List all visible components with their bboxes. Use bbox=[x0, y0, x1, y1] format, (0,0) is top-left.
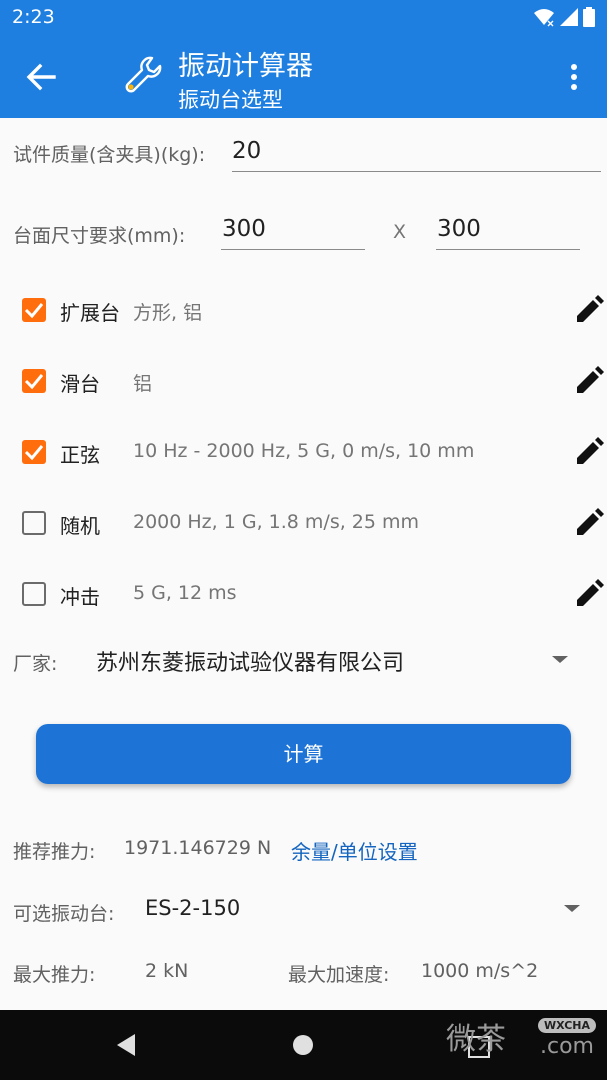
check-icon bbox=[24, 374, 44, 390]
edit-pencil-icon[interactable] bbox=[574, 508, 604, 538]
edit-pencil-icon[interactable] bbox=[574, 437, 604, 467]
calculate-button[interactable]: 计算 bbox=[36, 724, 571, 784]
option-description: 铝 bbox=[133, 373, 153, 395]
table-width-underline bbox=[221, 249, 365, 250]
max-thrust-value: 2 kN bbox=[145, 960, 189, 982]
manufacturer-select[interactable]: 苏州东菱振动试验仪器有限公司 bbox=[96, 645, 404, 677]
back-arrow-icon[interactable] bbox=[24, 60, 58, 94]
max-thrust-label: 最大推力: bbox=[13, 964, 96, 986]
edit-pencil-icon[interactable] bbox=[574, 579, 604, 609]
wrench-icon bbox=[125, 56, 162, 93]
edit-pencil-icon[interactable] bbox=[574, 366, 604, 396]
max-accel-value: 1000 m/s^2 bbox=[421, 960, 539, 982]
status-bar: 2:23 bbox=[0, 0, 607, 36]
option-checkbox[interactable] bbox=[22, 440, 46, 464]
edit-pencil-icon[interactable] bbox=[574, 295, 604, 325]
option-description: 5 G, 12 ms bbox=[133, 582, 237, 604]
thrust-label: 推荐推力: bbox=[13, 841, 96, 863]
nav-home-icon[interactable] bbox=[292, 1034, 314, 1056]
option-description: 2000 Hz, 1 G, 1.8 m/s, 25 mm bbox=[133, 511, 420, 533]
option-checkbox[interactable] bbox=[22, 369, 46, 393]
option-name: 扩展台 bbox=[60, 301, 120, 325]
size-separator: X bbox=[393, 221, 407, 243]
thrust-value: 1971.146729 N bbox=[124, 837, 272, 859]
table-width-input[interactable]: 300 bbox=[222, 216, 266, 242]
app-title: 振动计算器 bbox=[178, 51, 313, 82]
shaker-select[interactable]: ES-2-150 bbox=[145, 896, 240, 920]
option-name: 正弦 bbox=[60, 443, 100, 467]
navigation-bar: 微茶 WXCHA .com bbox=[0, 1010, 607, 1080]
status-time: 2:23 bbox=[12, 6, 55, 28]
battery-icon bbox=[583, 7, 595, 27]
option-name: 滑台 bbox=[60, 372, 100, 396]
table-height-underline bbox=[436, 249, 580, 250]
max-accel-label: 最大加速度: bbox=[288, 964, 390, 986]
more-options-icon[interactable] bbox=[560, 60, 588, 94]
option-checkbox[interactable] bbox=[22, 582, 46, 606]
watermark-domain: .com bbox=[540, 1034, 594, 1059]
table-size-label: 台面尺寸要求(mm): bbox=[13, 225, 186, 247]
table-height-input[interactable]: 300 bbox=[437, 216, 481, 242]
manufacturer-dropdown-icon[interactable] bbox=[552, 656, 568, 663]
option-name: 随机 bbox=[60, 514, 100, 538]
shaker-dropdown-icon[interactable] bbox=[564, 905, 580, 912]
option-checkbox[interactable] bbox=[22, 298, 46, 322]
wifi-icon bbox=[534, 9, 554, 27]
option-name: 冲击 bbox=[60, 585, 100, 609]
app-bar: 振动计算器 振动台选型 bbox=[0, 36, 607, 118]
margin-unit-settings-link[interactable]: 余量/单位设置 bbox=[291, 836, 418, 865]
mass-label: 试件质量(含夹具)(kg): bbox=[13, 144, 206, 166]
manufacturer-label: 厂家: bbox=[13, 653, 58, 675]
option-description: 10 Hz - 2000 Hz, 5 G, 0 m/s, 10 mm bbox=[133, 440, 475, 462]
app-subtitle: 振动台选型 bbox=[178, 88, 283, 112]
nav-back-icon[interactable] bbox=[113, 1032, 139, 1058]
option-checkbox[interactable] bbox=[22, 511, 46, 535]
mass-input[interactable]: 20 bbox=[232, 138, 261, 164]
option-description: 方形, 铝 bbox=[133, 302, 203, 324]
shaker-label: 可选振动台: bbox=[13, 903, 115, 925]
watermark-text: 微茶 bbox=[446, 1022, 506, 1057]
check-icon bbox=[24, 445, 44, 461]
check-icon bbox=[24, 303, 44, 319]
watermark-badge: WXCHA bbox=[538, 1018, 597, 1033]
mass-input-underline bbox=[232, 171, 601, 172]
signal-icon bbox=[560, 8, 578, 26]
